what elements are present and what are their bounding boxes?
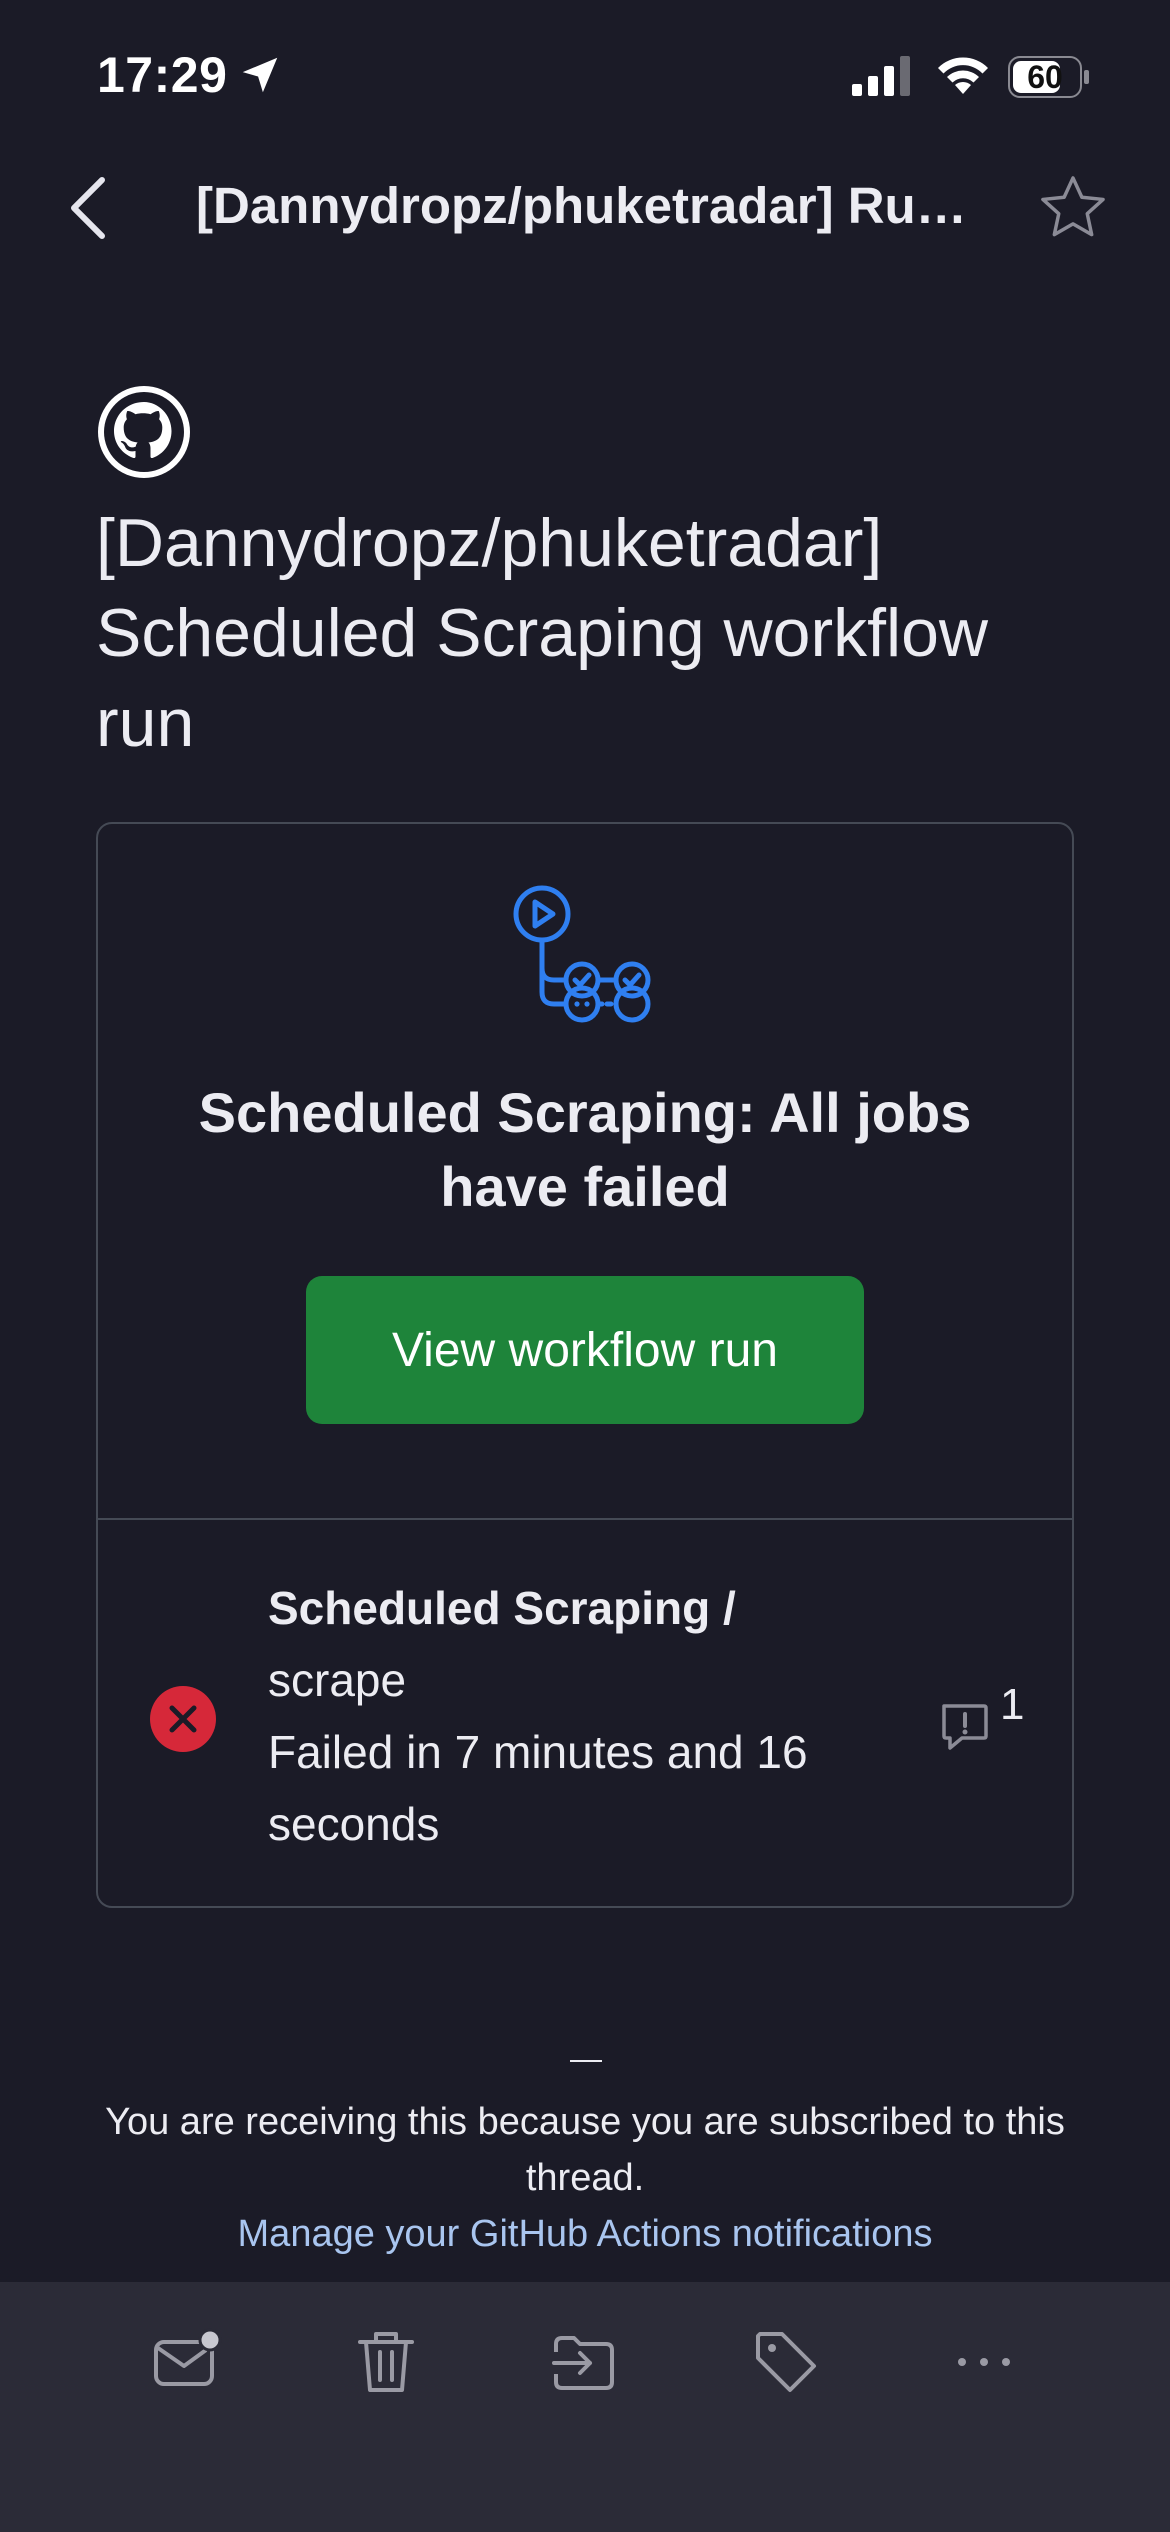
- tag-icon[interactable]: [750, 2326, 822, 2398]
- job-workflow-name: Scheduled Scraping /: [268, 1582, 736, 1634]
- manage-notifications-link[interactable]: Manage your GitHub Actions notifications: [80, 2206, 1090, 2262]
- mail-unread-icon[interactable]: [150, 2326, 222, 2398]
- trash-icon[interactable]: [350, 2326, 422, 2398]
- job-step-name: scrape: [268, 1654, 407, 1706]
- job-name[interactable]: Scheduled Scraping / scrape: [268, 1572, 888, 1716]
- battery-indicator: 60: [1008, 54, 1090, 100]
- back-chevron-icon[interactable]: [66, 174, 110, 242]
- cellular-signal-icon: [852, 56, 910, 96]
- card-title: Scheduled Scraping: All jobs have failed: [198, 1081, 972, 1218]
- workflow-icon: [513, 885, 651, 1023]
- bottom-toolbar: [0, 2282, 1170, 2532]
- comment-alert-icon[interactable]: [938, 1700, 990, 1752]
- star-icon[interactable]: [1034, 170, 1112, 246]
- footer-separator: [570, 2060, 602, 2062]
- card-divider: [98, 1518, 1072, 1520]
- failed-x-icon: [150, 1686, 216, 1752]
- header-title: [Dannydropz/phuketradar] Run...: [196, 177, 986, 234]
- battery-level: 60: [1027, 59, 1063, 95]
- view-workflow-run-button[interactable]: View workflow run: [306, 1276, 864, 1424]
- github-avatar-icon: [98, 386, 190, 478]
- more-icon[interactable]: [948, 2326, 1020, 2398]
- move-to-folder-icon[interactable]: [548, 2326, 620, 2398]
- comment-count: 1: [1000, 1680, 1025, 1729]
- email-subject: [Dannydropz/phuketradar] Scheduled Scrap…: [96, 505, 989, 761]
- status-time: 17:29: [97, 47, 228, 103]
- job-status: Failed in 7 minutes and 16 seconds: [268, 1726, 808, 1850]
- wifi-icon: [938, 57, 988, 94]
- location-arrow-icon: [242, 57, 278, 93]
- subscription-notice: You are receiving this because you are s…: [105, 2101, 1065, 2199]
